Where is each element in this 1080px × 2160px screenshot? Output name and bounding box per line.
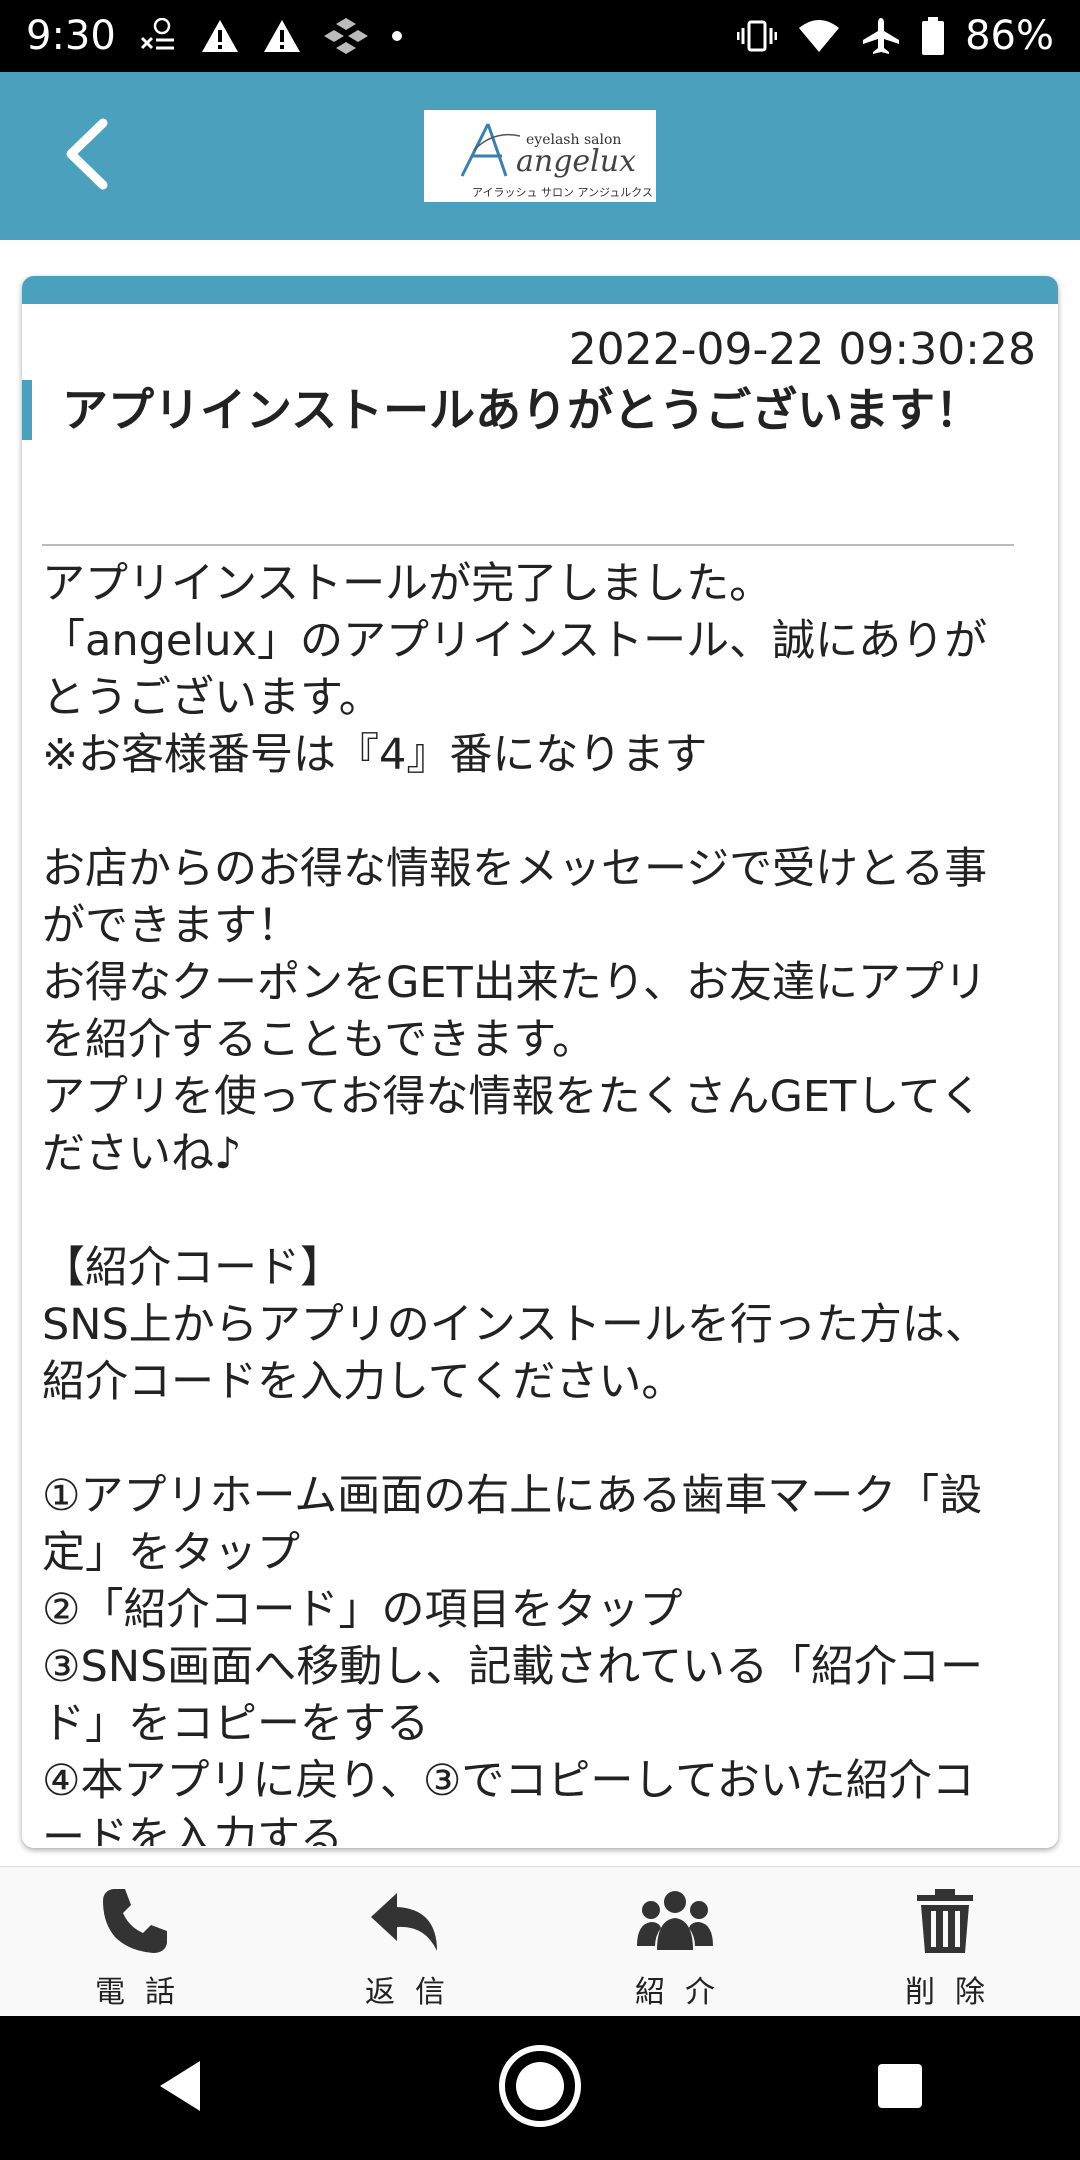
call-button[interactable]: 電話 — [0, 1867, 270, 2017]
warning-icon — [200, 18, 240, 54]
status-bar: 9:30 86% — [0, 0, 1080, 72]
call-label: 電話 — [95, 1975, 195, 2010]
divider — [42, 544, 1014, 546]
logo-mark-icon — [454, 120, 524, 184]
users-icon — [635, 1885, 715, 1957]
battery-icon — [921, 16, 945, 56]
system-back-button[interactable] — [120, 2028, 240, 2148]
wifi-icon — [797, 18, 841, 54]
reply-label: 返信 — [365, 1975, 465, 2010]
trash-icon — [915, 1885, 975, 1957]
card-top-bar — [22, 276, 1058, 304]
message-card: 2022-09-22 09:30:28 アプリインストールありがとうございます！… — [22, 276, 1058, 1848]
status-time: 9:30 — [26, 13, 116, 59]
reply-button[interactable]: 返信 — [270, 1867, 540, 2017]
logo-name: angelux — [516, 144, 636, 179]
bottom-action-bar: 電話 返信 紹介 削除 — [0, 1866, 1080, 2017]
message-date: 2022-09-22 09:30:28 — [568, 324, 1036, 375]
chevron-left-icon — [61, 117, 111, 195]
message-title-block: アプリインストールありがとうございます！ — [22, 380, 1058, 440]
warning-icon — [262, 18, 302, 54]
back-button[interactable] — [40, 110, 132, 202]
airplane-icon — [861, 16, 901, 56]
system-home-button[interactable] — [480, 2028, 600, 2148]
square-recents-icon — [876, 2062, 924, 2114]
system-nav-bar — [0, 2016, 1080, 2160]
logo-kana: アイラッシュ サロン アンジュルクス — [472, 186, 653, 199]
delete-button[interactable]: 削除 — [810, 1867, 1080, 2017]
refer-label: 紹介 — [635, 1975, 735, 2010]
battery-percent: 86% — [965, 13, 1054, 59]
refer-button[interactable]: 紹介 — [540, 1867, 810, 2017]
app-notification-icon — [323, 16, 368, 56]
app-bar: eyelash salon angelux アイラッシュ サロン アンジュルクス — [0, 72, 1080, 240]
delete-label: 削除 — [905, 1975, 1005, 2010]
reply-icon — [369, 1885, 441, 1957]
more-notifications-icon — [390, 29, 404, 43]
salon-logo: eyelash salon angelux アイラッシュ サロン アンジュルクス — [424, 110, 656, 202]
vibrate-icon — [737, 18, 778, 54]
notification-icon — [138, 18, 178, 54]
phone-icon — [99, 1885, 171, 1957]
message-body: アプリインストールが完了しました。 「angelux」のアプリインストール、誠に… — [42, 559, 988, 1846]
system-recents-button[interactable] — [840, 2028, 960, 2148]
triangle-back-icon — [156, 2059, 204, 2117]
home-circle-icon — [497, 2043, 583, 2133]
message-title: アプリインストールありがとうございます！ — [62, 383, 982, 437]
